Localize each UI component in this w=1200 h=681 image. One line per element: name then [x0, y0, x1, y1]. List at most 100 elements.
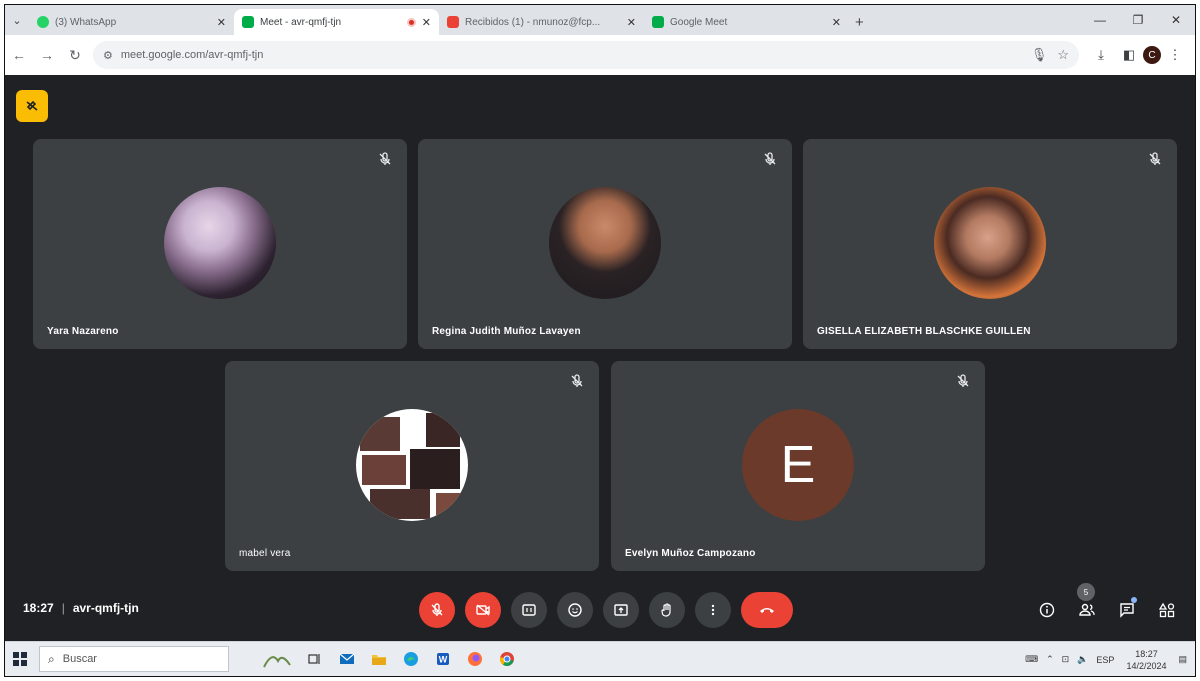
people-count-badge: 5 — [1077, 583, 1095, 601]
hand-icon — [661, 603, 671, 617]
show-hidden-icons-icon[interactable]: ⌃ — [1046, 654, 1054, 665]
close-tab-icon[interactable]: ✕ — [217, 16, 226, 29]
camera-toggle-button[interactable] — [465, 592, 501, 628]
meeting-details: 18:27 | avr-qmfj-tjn — [23, 601, 139, 615]
participant-tile[interactable]: Regina Judith Muñoz Lavayen — [418, 139, 792, 349]
google-meet-icon — [652, 16, 664, 28]
present-screen-button[interactable] — [603, 592, 639, 628]
download-icon[interactable]: ⤓ — [1087, 41, 1115, 69]
speaker-icon[interactable]: 🔈 — [1077, 654, 1088, 665]
word-icon[interactable]: W — [427, 642, 459, 677]
participant-initial-avatar: E — [742, 409, 854, 521]
close-tab-icon[interactable]: ✕ — [832, 16, 841, 29]
forward-icon[interactable]: → — [33, 41, 61, 69]
tab-gmail[interactable]: Recibidos (1) - nmunoz@fcp... ✕ — [439, 9, 644, 35]
chat-icon — [1120, 603, 1134, 618]
participant-name: Evelyn Muñoz Campozano — [625, 548, 756, 559]
activities-icon — [1159, 602, 1175, 618]
more-options-button[interactable] — [695, 592, 731, 628]
microphone-icon[interactable]: 🎙 — [1031, 47, 1048, 63]
participant-tile[interactable]: mabel vera — [225, 361, 599, 571]
meeting-details-button[interactable] — [1027, 595, 1067, 625]
tab-title: Meet - avr-qmfj-tjn — [260, 16, 342, 28]
mail-app-icon[interactable] — [331, 642, 363, 677]
mic-off-icon — [431, 603, 443, 616]
taskbar-clock[interactable]: 18:27 14/2/2024 — [1126, 648, 1166, 672]
tab-title: Recibidos (1) - nmunoz@fcp... — [465, 16, 601, 28]
windows-start-icon[interactable] — [5, 642, 35, 677]
activities-button[interactable] — [1147, 595, 1187, 625]
bookmark-star-icon[interactable]: ☆ — [1057, 47, 1069, 63]
close-window-icon[interactable]: ✕ — [1157, 5, 1195, 35]
address-bar[interactable]: ⚙ meet.google.com/avr-qmfj-tjn 🎙 ☆ — [93, 41, 1079, 69]
camera-off-icon — [476, 604, 490, 616]
muted-mic-icon — [764, 152, 776, 165]
language-indicator[interactable]: ESP — [1096, 655, 1114, 665]
browser-tab-bar: ⌄ (3) WhatsApp ✕ Meet - avr-qmfj-tjn ✕ R… — [5, 5, 1195, 35]
closed-captions-icon — [522, 604, 536, 616]
chat-button[interactable] — [1107, 595, 1147, 625]
chrome-icon[interactable] — [491, 642, 523, 677]
tab-meet[interactable]: Meet - avr-qmfj-tjn ✕ — [234, 9, 439, 35]
screen: ⌄ (3) WhatsApp ✕ Meet - avr-qmfj-tjn ✕ R… — [4, 4, 1196, 677]
meet-stage: Yara Nazareno Regina Judith Muñoz Lavaye… — [5, 75, 1195, 643]
muted-mic-icon — [1149, 152, 1161, 165]
tab-search-icon[interactable]: ⌄ — [5, 5, 29, 35]
meeting-time: 18:27 — [23, 601, 54, 615]
svg-text:W: W — [439, 655, 448, 665]
notifications-icon[interactable]: ▤ — [1178, 654, 1187, 665]
file-explorer-icon[interactable] — [363, 642, 395, 677]
emoji-icon — [568, 603, 582, 617]
hang-up-icon — [760, 608, 774, 613]
muted-mic-icon — [957, 374, 969, 387]
search-placeholder: Buscar — [62, 653, 97, 665]
clock-date: 14/2/2024 — [1126, 660, 1167, 671]
side-panel-icon[interactable]: ◧ — [1115, 41, 1143, 69]
captions-button[interactable] — [511, 592, 547, 628]
tab-google-meet[interactable]: Google Meet ✕ — [644, 9, 849, 35]
keyboard-icon[interactable]: ⌨ — [1025, 654, 1038, 665]
meeting-code: avr-qmfj-tjn — [72, 601, 139, 615]
reload-icon[interactable]: ↻ — [61, 41, 89, 69]
participant-tile[interactable]: Yara Nazareno — [33, 139, 407, 349]
present-screen-icon — [614, 604, 628, 616]
browser-menu-icon[interactable]: ⋮ — [1161, 41, 1189, 69]
participant-avatar — [356, 409, 468, 521]
participant-name: GISELLA ELIZABETH BLASCHKE GUILLEN — [817, 326, 1031, 337]
microphone-toggle-button[interactable] — [419, 592, 455, 628]
participant-tile[interactable]: GISELLA ELIZABETH BLASCHKE GUILLEN — [803, 139, 1177, 349]
minimize-icon[interactable]: — — [1081, 5, 1119, 35]
participant-avatar — [164, 187, 276, 299]
whatsapp-icon — [37, 16, 49, 28]
reactions-button[interactable] — [557, 592, 593, 628]
tab-title: (3) WhatsApp — [55, 16, 117, 28]
tab-whatsapp[interactable]: (3) WhatsApp ✕ — [29, 9, 234, 35]
gmail-icon — [447, 16, 459, 28]
info-icon — [1039, 602, 1055, 618]
muted-mic-icon — [379, 152, 391, 165]
back-icon[interactable]: ← — [5, 41, 33, 69]
browser-toolbar: ← → ↻ ⚙ meet.google.com/avr-qmfj-tjn 🎙 ☆… — [5, 35, 1195, 75]
network-icon[interactable]: ⊡ — [1062, 654, 1070, 665]
leave-call-button[interactable] — [741, 592, 793, 628]
more-vert-icon — [711, 604, 715, 616]
raise-hand-button[interactable] — [649, 592, 685, 628]
profile-avatar[interactable]: C — [1143, 46, 1161, 64]
search-highlight-icon[interactable] — [255, 642, 299, 677]
close-tab-icon[interactable]: ✕ — [627, 16, 636, 29]
people-button[interactable]: 5 — [1067, 583, 1107, 625]
participant-avatar — [934, 187, 1046, 299]
firefox-icon[interactable] — [459, 642, 491, 677]
site-settings-icon[interactable]: ⚙ — [103, 49, 113, 62]
taskbar-search-box[interactable]: ⌕ Buscar — [39, 646, 229, 672]
task-view-icon[interactable] — [299, 642, 331, 677]
participant-avatar — [549, 187, 661, 299]
url-text: meet.google.com/avr-qmfj-tjn — [120, 49, 264, 61]
host-controls-icon[interactable] — [16, 90, 48, 122]
participant-tile[interactable]: E Evelyn Muñoz Campozano — [611, 361, 985, 571]
edge-icon[interactable] — [395, 642, 427, 677]
new-tab-icon[interactable]: + — [855, 9, 864, 35]
participant-name: Regina Judith Muñoz Lavayen — [432, 326, 581, 337]
close-tab-icon[interactable]: ✕ — [422, 16, 431, 29]
restore-icon[interactable]: ❐ — [1119, 5, 1157, 35]
